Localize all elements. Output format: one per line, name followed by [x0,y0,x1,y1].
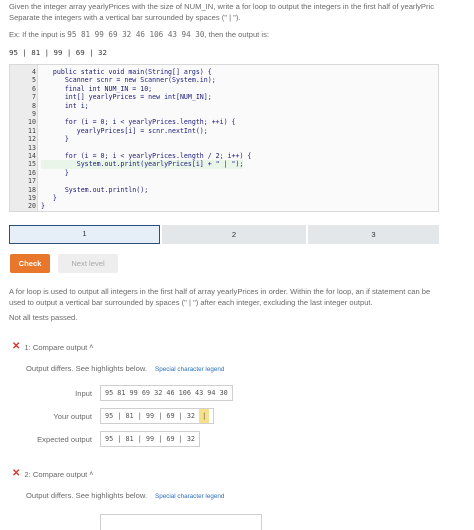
problem-statement: Given the integer array yearlyPrices wit… [9,2,471,23]
test-status: Not all tests passed. [9,313,78,322]
line-number: 16 [28,168,36,177]
expected-output-box: 95 | 81 | 99 | 69 | 32 [100,431,201,447]
test-2-differs: Output differs. See highlights below. Spe… [26,491,224,500]
your-output-value: 95 | 81 | 99 | 69 | 32 [105,412,200,420]
your-output-label: Your output [53,412,92,421]
line-number: 7 [32,93,36,102]
test-1-header[interactable]: ✕ 1: Compare output ˄ [12,342,93,352]
code-line[interactable]: for (i = 0; i < yearlyPrices.length / 2;… [41,152,252,160]
line-number: 11 [28,126,36,135]
step-3[interactable]: 3 [308,225,439,244]
test-1-title: 1: Compare output [24,342,88,352]
step-1[interactable]: 1 [9,225,160,244]
prompt-line-1: Given the integer array yearlyPrices wit… [9,2,435,11]
line-number: 12 [28,135,36,144]
prompt-line-2: Separate the integers with a vertical ba… [9,12,241,22]
line-number: 13 [28,143,36,152]
test-2-title: 2: Compare output [24,469,88,479]
level-steps: 1 2 3 [9,225,439,244]
code-line[interactable]: } [41,194,57,202]
code-line[interactable]: for (i = 0; i < yearlyPrices.length; ++i… [41,118,236,126]
test-2-input-box [100,514,262,530]
explanation: A for loop is used to output all integer… [9,286,471,308]
x-icon: ✕ [12,468,21,479]
line-number: 4 [32,68,36,76]
special-character-legend-link[interactable]: Special character legend [155,366,224,373]
code-line[interactable]: } [41,135,69,143]
example-suffix: , then the output is: [204,30,269,39]
test-2-header[interactable]: ✕ 2: Compare output ˄ [12,469,93,479]
code-line[interactable]: } [41,202,45,210]
code-line[interactable]: } [41,169,69,177]
code-line[interactable]: public static void main(String[] args) { [41,68,212,76]
line-number: 9 [32,110,36,118]
code-editor[interactable]: 4 public static void main(String[] args)… [9,64,439,212]
code-line[interactable]: System.out.print(yearlyPrices[i] + " | "… [41,160,244,169]
example-input: 95 81 99 69 32 46 106 43 94 30 [67,30,205,39]
code-line[interactable]: int[] yearlyPrices = new int[NUM_IN]; [41,93,212,101]
line-number: 20 [28,202,36,211]
example-text: Ex: If the input is 95 81 99 69 32 46 10… [9,30,269,39]
line-number: 19 [28,194,36,202]
code-line[interactable]: Scanner scnr = new Scanner(System.in); [41,76,216,84]
code-line[interactable]: System.out.println(); [41,186,148,194]
line-number: 15 [28,160,36,169]
explanation-line-1: A for loop is used to output all integer… [9,287,431,296]
line-number: 18 [28,185,36,194]
test-1-differs-text: Output differs. See highlights below. [26,364,148,373]
step-2[interactable]: 2 [162,225,306,244]
test-2-differs-text: Output differs. See highlights below. [26,491,148,500]
line-number: 10 [28,118,36,127]
explanation-line-2: used to output a vertical bar surrounded… [9,298,373,307]
code-line[interactable]: int i; [41,102,89,110]
chevron-up-icon[interactable]: ˄ [89,344,93,351]
test-1-differs: Output differs. See highlights below. Spe… [26,364,224,373]
input-value-box: 95 81 99 69 32 46 106 43 94 30 [100,385,233,401]
code-line[interactable]: yearlyPrices[i] = scnr.nextInt(); [41,127,208,135]
chevron-up-icon[interactable]: ˄ [89,471,93,478]
diff-highlight: | [199,409,210,423]
line-number: 5 [32,76,36,85]
your-output-box: 95 | 81 | 99 | 69 | 32 | [100,408,215,424]
x-icon: ✕ [12,341,21,352]
line-number: 17 [28,177,36,186]
code-line[interactable]: final int NUM_IN = 10; [41,85,152,93]
line-number: 14 [28,152,36,160]
line-number: 6 [32,84,36,93]
expected-output-label: Expected output [37,435,92,444]
check-button[interactable]: Check [10,254,50,273]
line-number: 8 [32,101,36,110]
next-level-button[interactable]: Next level [58,254,118,273]
input-label: Input [75,389,92,398]
example-output: 95 | 81 | 99 | 69 | 32 [9,48,107,57]
special-character-legend-link[interactable]: Special character legend [155,493,224,500]
example-prefix: Ex: If the input is [9,30,68,39]
